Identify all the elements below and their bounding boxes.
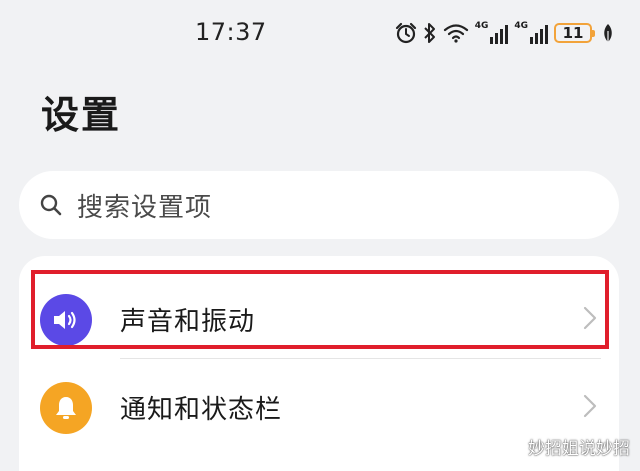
search-icon xyxy=(39,193,63,217)
bell-icon xyxy=(40,381,92,434)
status-bar: 17:37 4G 4G 11 xyxy=(0,0,640,66)
leaf-icon xyxy=(602,23,614,43)
chevron-right-icon xyxy=(583,393,597,423)
alarm-icon xyxy=(395,22,417,44)
wifi-icon xyxy=(443,23,469,43)
watermark-text: 妙招姐说妙招 xyxy=(528,439,630,459)
battery-level: 11 xyxy=(562,24,584,42)
bluetooth-icon xyxy=(423,22,437,44)
search-placeholder: 搜索设置项 xyxy=(77,192,213,223)
signal-icon: 4G xyxy=(475,22,509,44)
signal-label: 4G xyxy=(514,21,528,31)
paw-icon xyxy=(508,439,524,455)
search-bar[interactable]: 搜索设置项 xyxy=(19,171,619,239)
page-title: 设置 xyxy=(41,93,122,137)
status-icons: 4G 4G 11 xyxy=(395,16,614,50)
settings-item-label: 通知和状态栏 xyxy=(120,395,283,425)
highlight-box xyxy=(31,270,609,349)
watermark: 妙招姐说妙招 xyxy=(508,434,630,459)
signal-icon: 4G xyxy=(514,22,548,44)
divider xyxy=(120,358,601,359)
battery-icon: 11 xyxy=(554,23,595,43)
status-time: 17:37 xyxy=(195,18,267,46)
signal-label: 4G xyxy=(474,21,489,31)
